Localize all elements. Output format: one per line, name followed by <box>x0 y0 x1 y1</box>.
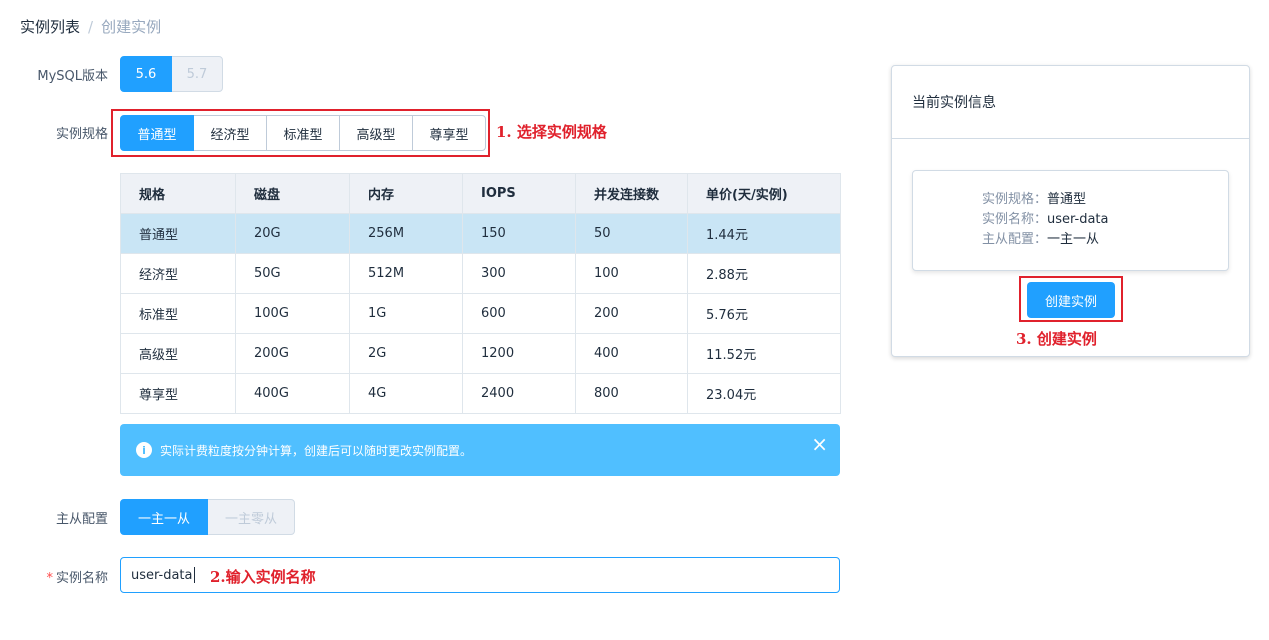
spec-label: 实例规格 <box>55 127 108 142</box>
table-cell: 普通型 <box>120 213 236 254</box>
spec-table: 规格 磁盘 内存 IOPS 并发连接数 单价(天/实例) 普通型 20G 256… <box>120 173 841 414</box>
table-cell: 11.52元 <box>687 333 841 374</box>
table-cell: 2G <box>349 333 463 374</box>
table-row[interactable]: 标准型 100G 1G 600 200 5.76元 <box>120 293 841 334</box>
table-cell: 1G <box>349 293 463 334</box>
replica-button-group: 一主一从 一主零从 <box>120 499 295 535</box>
required-star: * <box>46 571 53 586</box>
breadcrumb-instance-list[interactable]: 实例列表 <box>20 16 80 37</box>
instance-name-value: user-data <box>131 567 193 583</box>
alert-text: 实际计费粒度按分钟计算，创建后可以随时更改实例配置。 <box>160 443 473 458</box>
breadcrumb-current: 创建实例 <box>101 18 162 36</box>
spec-button-group: 普通型 经济型 标准型 高级型 尊享型 <box>120 115 486 151</box>
summary-key: 实例规格： <box>981 192 1047 207</box>
version-5-7-button[interactable]: 5.7 <box>171 56 223 92</box>
table-cell: 5.76元 <box>687 293 841 334</box>
summary-value: 普通型 <box>1047 192 1087 207</box>
spec-basic-button[interactable]: 普通型 <box>120 115 194 151</box>
table-cell: 400 <box>575 333 688 374</box>
card-title: 当前实例信息 <box>892 66 1249 139</box>
table-cell: 100 <box>575 253 688 294</box>
table-cell: 20G <box>235 213 350 254</box>
table-cell: 400G <box>235 373 350 414</box>
table-cell: 300 <box>462 253 576 294</box>
table-cell: 标准型 <box>120 293 236 334</box>
table-header-cell: IOPS <box>462 173 576 214</box>
spec-economy-button[interactable]: 经济型 <box>193 115 267 151</box>
billing-info-alert: i 实际计费粒度按分钟计算，创建后可以随时更改实例配置。 × <box>120 424 840 476</box>
instance-summary: 实例规格： 普通型 实例名称： user-data 主从配置： 一主一从 <box>912 170 1229 271</box>
table-cell: 23.04元 <box>687 373 841 414</box>
table-header-row: 规格 磁盘 内存 IOPS 并发连接数 单价(天/实例) <box>120 173 841 214</box>
spec-premium-button[interactable]: 尊享型 <box>412 115 486 151</box>
table-header-cell: 磁盘 <box>235 173 350 214</box>
table-cell: 尊享型 <box>120 373 236 414</box>
table-row[interactable]: 经济型 50G 512M 300 100 2.88元 <box>120 253 841 294</box>
table-header-cell: 规格 <box>120 173 236 214</box>
table-header-cell: 单价(天/实例) <box>687 173 841 214</box>
table-header-cell: 并发连接数 <box>575 173 688 214</box>
version-5-6-button[interactable]: 5.6 <box>120 56 172 92</box>
table-cell: 512M <box>349 253 463 294</box>
summary-value: user-data <box>1047 212 1109 227</box>
table-row[interactable]: 尊享型 400G 4G 2400 800 23.04元 <box>120 373 841 414</box>
annotation-select-spec: 1. 选择实例规格 <box>496 123 607 141</box>
table-cell: 100G <box>235 293 350 334</box>
table-cell: 高级型 <box>120 333 236 374</box>
summary-value: 一主一从 <box>1047 232 1100 247</box>
replica-label: 主从配置 <box>55 512 108 527</box>
table-cell: 600 <box>462 293 576 334</box>
table-cell: 800 <box>575 373 688 414</box>
table-row[interactable]: 普通型 20G 256M 150 50 1.44元 <box>120 213 841 254</box>
table-cell: 50 <box>575 213 688 254</box>
table-cell: 150 <box>462 213 576 254</box>
summary-row-name: 实例名称： user-data <box>913 210 1228 230</box>
info-icon: i <box>136 442 152 458</box>
breadcrumb-separator: / <box>88 17 94 36</box>
table-cell: 50G <box>235 253 350 294</box>
mysql-version-group: 5.6 5.7 <box>120 56 223 92</box>
annotation-enter-name: 2.输入实例名称 <box>210 568 316 586</box>
table-cell: 256M <box>349 213 463 254</box>
table-cell: 4G <box>349 373 463 414</box>
summary-row-spec: 实例规格： 普通型 <box>913 190 1228 210</box>
instance-name-label: * 实例名称 <box>0 567 108 586</box>
summary-row-replica: 主从配置： 一主一从 <box>913 230 1228 250</box>
table-cell: 经济型 <box>120 253 236 294</box>
annotation-create-instance: 3. 创建实例 <box>1016 330 1097 348</box>
table-cell: 2400 <box>462 373 576 414</box>
current-instance-info-card: 当前实例信息 实例规格： 普通型 实例名称： user-data 主从配置： 一… <box>891 65 1250 357</box>
spec-advanced-button[interactable]: 高级型 <box>339 115 413 151</box>
summary-key: 主从配置： <box>981 232 1047 247</box>
breadcrumb: 实例列表 / 创建实例 <box>20 16 161 37</box>
table-header-cell: 内存 <box>349 173 463 214</box>
table-cell: 2.88元 <box>687 253 841 294</box>
table-cell: 200G <box>235 333 350 374</box>
table-row[interactable]: 高级型 200G 2G 1200 400 11.52元 <box>120 333 841 374</box>
close-icon[interactable]: × <box>811 432 828 456</box>
table-cell: 1200 <box>462 333 576 374</box>
table-cell: 200 <box>575 293 688 334</box>
instance-name-label-text: 实例名称 <box>55 571 108 586</box>
text-caret <box>193 567 195 583</box>
create-instance-button[interactable]: 创建实例 <box>1027 282 1115 318</box>
spec-standard-button[interactable]: 标准型 <box>266 115 340 151</box>
replica-one-master-one-slave-button[interactable]: 一主一从 <box>120 499 208 535</box>
table-cell: 1.44元 <box>687 213 841 254</box>
mysql-version-label: MySQL版本 <box>37 69 108 84</box>
summary-key: 实例名称： <box>981 212 1047 227</box>
replica-one-master-zero-slave-button[interactable]: 一主零从 <box>207 499 295 535</box>
